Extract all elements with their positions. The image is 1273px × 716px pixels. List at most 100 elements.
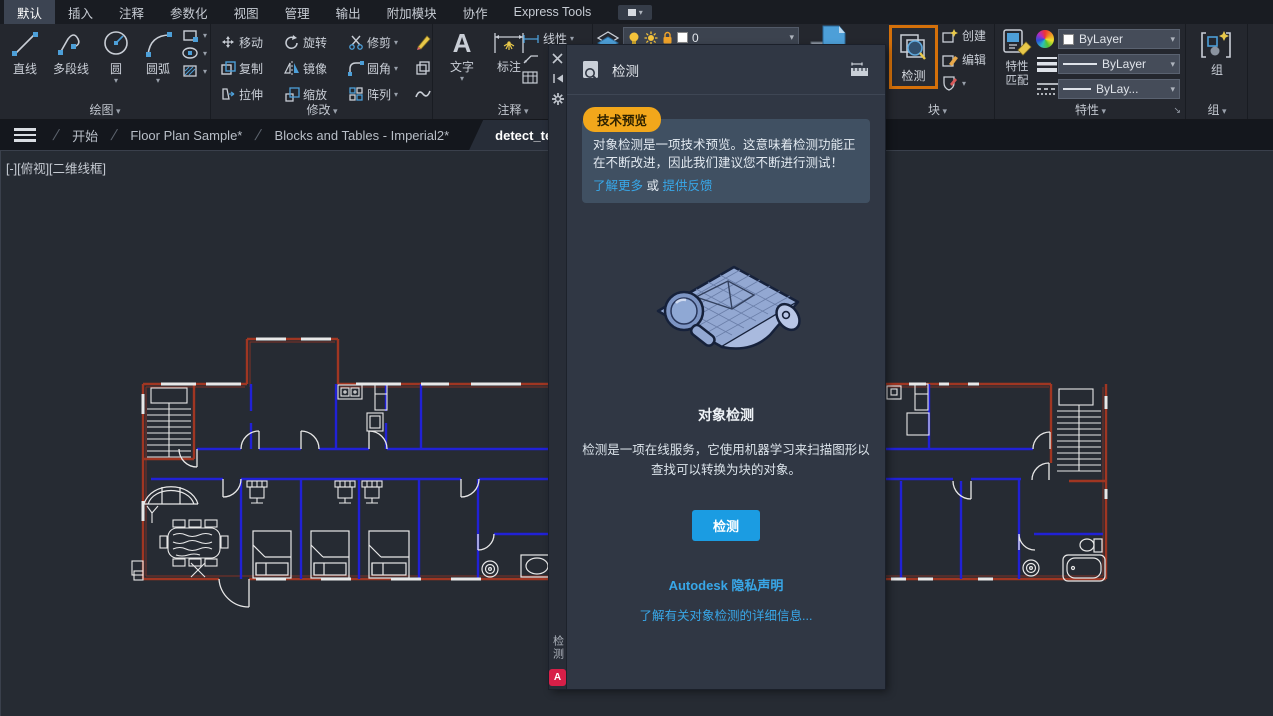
blueprint-illustration <box>636 255 816 357</box>
ribbon-tab-view[interactable]: 视图 <box>221 0 272 24</box>
panel-title-block[interactable]: 块 <box>881 101 994 118</box>
panel-modify: 移动 旋转 修剪 ▾ <box>212 24 433 119</box>
palette-title: 检测 <box>612 60 840 80</box>
lineweight-dropdown[interactable]: ByLay... ▾ <box>1058 79 1180 99</box>
chevron-down-icon: ▾ <box>1170 34 1175 45</box>
ribbon-tab-parametric[interactable]: 参数化 <box>157 0 221 24</box>
ribbon-tab-annotate[interactable]: 注释 <box>106 0 157 24</box>
file-tab-floor-plan[interactable]: Floor Plan Sample* <box>120 120 252 150</box>
tech-preview-notice: 技术预览 对象检测是一项技术预览。这意味着检测功能正在不断改进，因此我们建议您不… <box>582 119 870 203</box>
chevron-down-icon: ▾ <box>394 38 398 47</box>
file-tab-blocks-tables[interactable]: Blocks and Tables - Imperial2* <box>265 120 460 150</box>
polyline-icon <box>56 29 86 59</box>
or-text: 或 <box>647 179 660 193</box>
leader-icon <box>522 53 540 65</box>
array-icon <box>348 86 364 102</box>
spline-edit-icon[interactable] <box>414 86 432 102</box>
ribbon-tab-output[interactable]: 输出 <box>323 0 374 24</box>
layer-lock-icon[interactable] <box>662 31 673 45</box>
layer-freeze-sun-icon[interactable] <box>644 31 658 45</box>
scale-button[interactable]: 缩放 <box>284 86 348 103</box>
line-icon <box>10 29 40 59</box>
linetype-icon[interactable] <box>1036 82 1060 98</box>
dialog-launcher-icon[interactable]: ↘ <box>1173 105 1181 116</box>
panel-title-draw[interactable]: 绘图 <box>0 101 210 118</box>
layer-on-bulb-icon[interactable] <box>628 31 640 45</box>
trim-button[interactable]: 修剪 ▾ <box>348 34 414 51</box>
rotate-icon <box>284 34 300 50</box>
dining-table <box>160 520 228 577</box>
object-detection-heading: 对象检测 <box>582 405 870 425</box>
text-button[interactable]: A 文字 ▾ <box>442 24 482 82</box>
auto-hide-pin-icon[interactable] <box>552 73 564 84</box>
lineweight-icon[interactable] <box>1036 56 1058 72</box>
text-icon: A <box>453 29 472 57</box>
ribbon-tab-collaborate[interactable]: 协作 <box>450 0 501 24</box>
properties-gear-icon[interactable] <box>552 93 564 105</box>
array-button[interactable]: 阵列 ▾ <box>348 86 414 103</box>
panel-title-properties[interactable]: 特性 <box>996 101 1185 118</box>
chevron-down-icon: ▾ <box>460 75 464 82</box>
current-layer-name: 0 <box>692 31 699 45</box>
close-icon[interactable] <box>552 53 563 64</box>
chevron-down-icon: ▾ <box>114 77 118 84</box>
layer-color-swatch[interactable] <box>677 32 688 43</box>
menu-hamburger-icon[interactable] <box>14 125 36 145</box>
chevron-down-icon: ▾ <box>1170 84 1175 95</box>
detection-details-link[interactable]: 了解有关对象检测的详细信息... <box>640 609 813 623</box>
ribbon-tab-default[interactable]: 默认 <box>4 0 55 24</box>
ellipse-icon <box>182 46 200 60</box>
copy-button[interactable]: 复制 <box>220 60 284 77</box>
stretch-icon <box>220 86 236 102</box>
feedback-link[interactable]: 提供反馈 <box>663 179 713 193</box>
move-button[interactable]: 移动 <box>220 34 284 51</box>
ribbon-tab-insert[interactable]: 插入 <box>55 0 106 24</box>
mirror-icon <box>284 60 300 76</box>
object-color-dropdown[interactable]: ByLayer ▾ <box>1058 29 1180 49</box>
lineweight-sample <box>1063 88 1091 90</box>
attribute-button[interactable]: ▾ <box>941 75 986 91</box>
measure-settings-icon[interactable] <box>850 61 870 78</box>
stairs-right <box>1057 389 1101 471</box>
fillet-button[interactable]: 圆角 ▾ <box>348 60 414 77</box>
erase-icon[interactable] <box>414 33 432 51</box>
color-swatch <box>1063 34 1074 45</box>
polyline-button[interactable]: 多段线 <box>46 24 96 84</box>
ucs-marker <box>132 506 158 580</box>
stretch-button[interactable]: 拉伸 <box>220 86 284 103</box>
arc-button[interactable]: 圆弧 ▾ <box>136 24 180 84</box>
ribbon-tab-addins[interactable]: 附加模块 <box>374 0 450 24</box>
create-block-button[interactable]: 创建 <box>941 27 986 44</box>
chevron-down-icon[interactable]: ▾ <box>789 32 794 43</box>
panel-title-group[interactable]: 组 <box>1187 101 1247 118</box>
group-button[interactable]: 组 <box>1187 24 1247 78</box>
line-button[interactable]: 直线 <box>6 24 44 84</box>
match-properties-button[interactable]: 特性 匹配 <box>1000 28 1034 88</box>
palette-side-tab[interactable]: 检测 <box>550 635 566 661</box>
color-wheel-icon[interactable] <box>1036 30 1054 48</box>
ellipse-button[interactable]: ▾ <box>182 46 207 60</box>
chevron-down-icon: ▾ <box>639 8 643 17</box>
explode-icon[interactable] <box>414 59 432 77</box>
linetype-dropdown[interactable]: ByLayer ▾ <box>1058 54 1180 74</box>
detect-ribbon-button[interactable]: 检测 <box>889 25 938 89</box>
file-tab-start[interactable]: 开始 <box>62 120 108 150</box>
ribbon-state-icon <box>628 9 636 16</box>
ribbon-tab-manage[interactable]: 管理 <box>272 0 323 24</box>
panel-title-modify[interactable]: 修改 <box>212 101 432 118</box>
move-icon <box>220 34 236 50</box>
learn-more-link[interactable]: 了解更多 <box>593 179 643 193</box>
panel-properties: 特性 匹配 ByLayer ▾ ByLayer ▾ ByLay... <box>996 24 1186 119</box>
circle-button[interactable]: 圆 ▾ <box>98 24 134 84</box>
chevron-down-icon: ▾ <box>203 31 207 40</box>
rectangle-button[interactable]: ▾ <box>182 28 207 42</box>
mirror-button[interactable]: 镜像 <box>284 60 348 77</box>
ribbon-display-toggle[interactable]: ▾ <box>618 5 652 20</box>
ribbon-tab-express-tools[interactable]: Express Tools <box>501 0 605 24</box>
rotate-button[interactable]: 旋转 <box>284 34 348 51</box>
hatch-button[interactable]: ▾ <box>182 64 207 78</box>
copy-icon <box>220 60 236 76</box>
privacy-statement-link[interactable]: Autodesk 隐私声明 <box>669 578 784 593</box>
edit-block-button[interactable]: 编辑 <box>941 51 986 68</box>
detect-button[interactable]: 检测 <box>692 510 760 541</box>
